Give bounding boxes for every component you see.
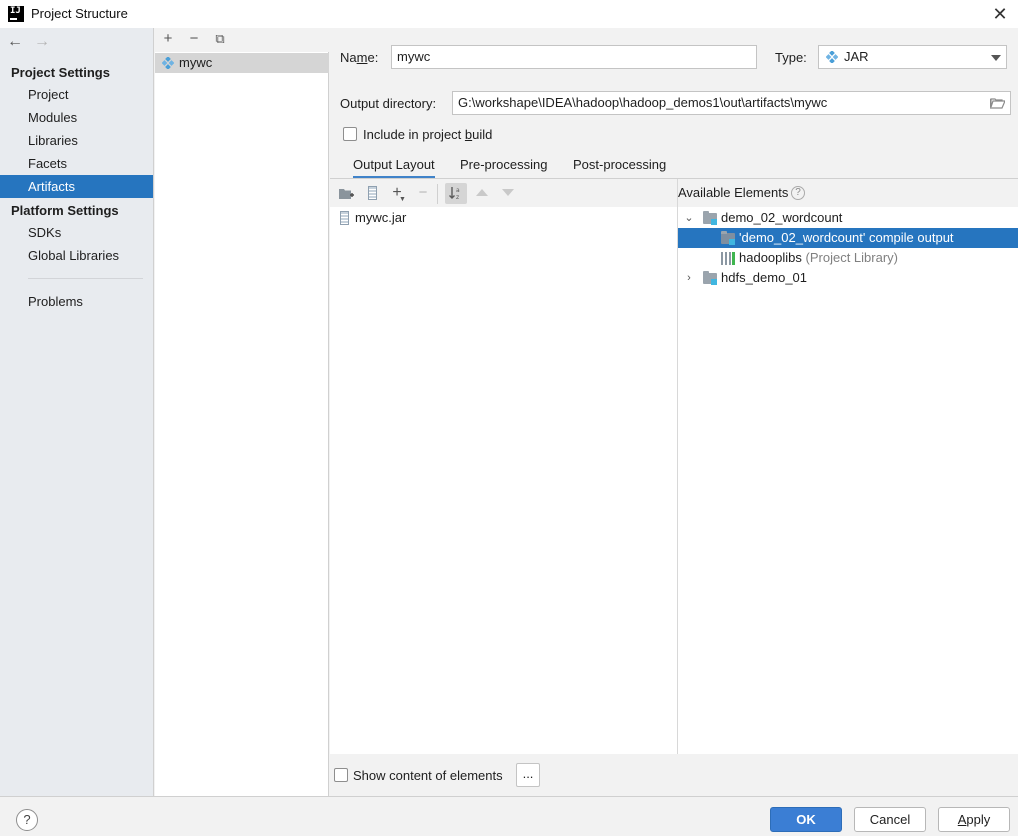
help-icon[interactable]: ?: [791, 186, 805, 200]
project-settings-header: Project Settings: [11, 65, 110, 80]
artifact-list-item[interactable]: mywc: [155, 53, 329, 73]
remove-icon[interactable]: −: [184, 29, 204, 49]
show-content-checkbox[interactable]: [334, 768, 348, 782]
dialog-footer: ? OK Cancel Apply: [0, 796, 1018, 836]
module-badge-icon: [711, 219, 717, 225]
close-icon[interactable]: ✕: [990, 4, 1010, 24]
available-elements-title: Available Elements: [678, 185, 789, 200]
create-archive-icon[interactable]: [368, 186, 377, 200]
settings-sidebar: ← → Project Settings Project Modules Lib…: [0, 28, 154, 796]
intellij-logo-icon: IJ: [8, 6, 24, 22]
chevron-down-icon: [991, 55, 1001, 61]
tab-output-layout[interactable]: Output Layout: [353, 155, 435, 179]
sidebar-item-sdks[interactable]: SDKs: [0, 221, 153, 244]
platform-settings-header: Platform Settings: [11, 203, 119, 218]
library-icon: [721, 252, 735, 265]
show-content-label[interactable]: Show content of elements: [353, 768, 503, 783]
tree-item-compile-output[interactable]: 'demo_02_wordcount' compile output: [678, 228, 1018, 248]
remove-element-icon[interactable]: −: [413, 183, 433, 203]
tab-pre-processing[interactable]: Pre-processing: [460, 155, 547, 179]
output-directory-field[interactable]: G:\workshape\IDEA\hadoop\hadoop_demos1\o…: [452, 91, 1011, 115]
sidebar-item-libraries[interactable]: Libraries: [0, 129, 153, 152]
artifact-name: mywc: [179, 55, 213, 70]
module-badge-icon: [711, 279, 717, 285]
help-button[interactable]: ?: [16, 809, 38, 831]
tree-item-label: hdfs_demo_01: [721, 270, 808, 285]
ok-button[interactable]: OK: [770, 807, 842, 832]
include-in-build-label[interactable]: Include in project build: [363, 127, 492, 142]
tree-item-hdfs-demo-01[interactable]: › hdfs_demo_01: [678, 268, 1018, 288]
sort-alpha-icon: a z: [449, 187, 460, 200]
toolbar-separator: [437, 184, 438, 204]
sidebar-item-artifacts[interactable]: Artifacts: [0, 175, 153, 198]
type-value: JAR: [844, 49, 869, 64]
back-arrow-icon[interactable]: ←: [6, 33, 24, 51]
tree-item-label: 'demo_02_wordcount' compile output: [739, 230, 954, 245]
sidebar-item-global-libraries[interactable]: Global Libraries: [0, 244, 153, 267]
new-directory-icon[interactable]: [339, 187, 355, 200]
chevron-down-icon[interactable]: ⌄: [684, 213, 694, 224]
output-directory-label: Output directory:: [340, 96, 437, 111]
sidebar-item-project[interactable]: Project: [0, 83, 153, 106]
browse-folder-icon[interactable]: [990, 97, 1005, 109]
add-dropdown-caret-icon: ▼: [399, 196, 406, 203]
cancel-button[interactable]: Cancel: [854, 807, 926, 832]
layout-toolbar: + ▼ − a z: [330, 179, 677, 207]
available-elements-header: Available Elements ?: [678, 179, 1018, 207]
jar-artifact-icon: [162, 57, 174, 69]
add-icon[interactable]: +: [158, 29, 178, 49]
tree-item-label: hadooplibs: [739, 250, 802, 265]
sort-elements-button[interactable]: a z: [445, 183, 467, 204]
artifact-list-panel: + − ⧉ mywc: [155, 28, 329, 796]
type-dropdown[interactable]: JAR: [818, 45, 1007, 69]
artifact-toolbar: + − ⧉: [155, 28, 329, 52]
sidebar-divider: [28, 278, 143, 279]
name-field[interactable]: mywc: [391, 45, 757, 69]
layout-item-label: mywc.jar: [355, 210, 407, 225]
tree-item-hadooplibs[interactable]: hadooplibs (Project Library): [678, 248, 1018, 268]
copy-icon[interactable]: ⧉: [210, 29, 230, 49]
name-label: Name:: [340, 50, 379, 65]
output-directory-value: G:\workshape\IDEA\hadoop\hadoop_demos1\o…: [458, 95, 828, 110]
layout-options-bar: Show content of elements ...: [330, 754, 1018, 796]
tree-item-label: demo_02_wordcount: [721, 210, 843, 225]
include-in-build-checkbox[interactable]: [343, 127, 357, 141]
title-bar: IJ Project Structure ✕: [0, 0, 1018, 28]
output-badge-icon: [729, 239, 735, 245]
tree-item-suffix: (Project Library): [805, 250, 898, 265]
move-up-icon[interactable]: [476, 189, 488, 196]
sidebar-item-modules[interactable]: Modules: [0, 106, 153, 129]
window-title: Project Structure: [31, 6, 128, 21]
svg-text:a: a: [456, 187, 460, 194]
move-down-icon[interactable]: [502, 189, 514, 196]
tree-item-demo-02-wordcount[interactable]: ⌄ demo_02_wordcount: [678, 208, 1018, 228]
tab-post-processing[interactable]: Post-processing: [573, 155, 666, 179]
chevron-right-icon[interactable]: ›: [684, 273, 694, 284]
layout-tree-item[interactable]: mywc.jar: [330, 208, 677, 228]
jar-type-icon: [826, 51, 838, 63]
forward-arrow-icon[interactable]: →: [33, 33, 51, 51]
jar-file-icon: [340, 211, 349, 225]
apply-button[interactable]: Apply: [938, 807, 1010, 832]
show-content-options-button[interactable]: ...: [516, 763, 540, 787]
sidebar-item-facets[interactable]: Facets: [0, 152, 153, 175]
svg-text:z: z: [456, 194, 459, 200]
type-label: Type:: [775, 50, 807, 65]
sidebar-item-problems[interactable]: Problems: [0, 290, 153, 313]
